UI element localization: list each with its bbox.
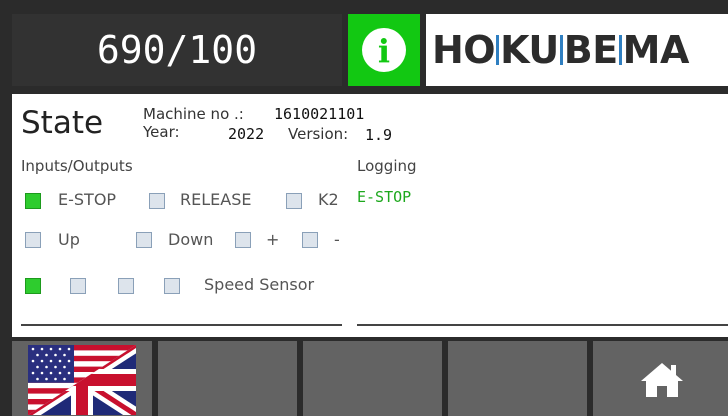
machine-no-value: 1610021101	[274, 105, 365, 123]
version-value: 1.9	[365, 126, 393, 144]
minus-indicator	[302, 232, 318, 248]
down-indicator	[136, 232, 152, 248]
page-title: State	[21, 105, 104, 141]
counter-display: 690/100	[12, 14, 342, 86]
version-label: Version:	[288, 125, 349, 143]
language-flag-icon	[28, 345, 136, 415]
plus-indicator	[235, 232, 251, 248]
log-divider	[357, 324, 728, 326]
input-2-indicator	[70, 278, 86, 294]
speed-sensor-label: Speed Sensor	[204, 275, 315, 294]
footer-button-3[interactable]	[303, 341, 442, 416]
home-icon	[641, 363, 683, 397]
info-icon: i	[362, 28, 406, 72]
input-1-indicator	[25, 278, 41, 294]
year-label: Year:	[143, 123, 180, 141]
io-divider	[21, 324, 342, 326]
info-glyph: i	[377, 32, 391, 70]
speed-sensor-indicator	[164, 278, 180, 294]
minus-label: -	[334, 230, 340, 249]
footer-button-4[interactable]	[448, 341, 587, 416]
release-indicator	[149, 193, 165, 209]
k2-indicator	[286, 193, 302, 209]
brand-logo: HO KU BE MA	[426, 14, 728, 86]
brand-text: HO KU BE MA	[432, 28, 689, 72]
k2-label: K2	[318, 190, 339, 209]
estop-indicator	[25, 193, 41, 209]
plus-label: +	[266, 230, 280, 249]
down-label: Down	[168, 230, 214, 249]
machine-no-label: Machine no .:	[143, 105, 244, 123]
footer-button-2[interactable]	[158, 341, 297, 416]
estop-label: E-STOP	[58, 190, 117, 209]
top-bar: 690/100 i HO KU BE MA	[0, 0, 728, 92]
state-panel: State Machine no .: 1610021101 Year: 202…	[12, 94, 728, 337]
log-entry: E-STOP	[357, 188, 412, 206]
language-button[interactable]	[12, 341, 152, 416]
info-button[interactable]: i	[348, 14, 420, 86]
bottom-bar	[0, 337, 728, 416]
logging-section-label: Logging	[357, 157, 417, 175]
up-label: Up	[58, 230, 80, 249]
input-3-indicator	[118, 278, 134, 294]
year-value: 2022	[228, 125, 265, 143]
home-button[interactable]	[593, 341, 728, 416]
release-label: RELEASE	[180, 190, 252, 209]
io-section-label: Inputs/Outputs	[21, 157, 133, 175]
up-indicator	[25, 232, 41, 248]
